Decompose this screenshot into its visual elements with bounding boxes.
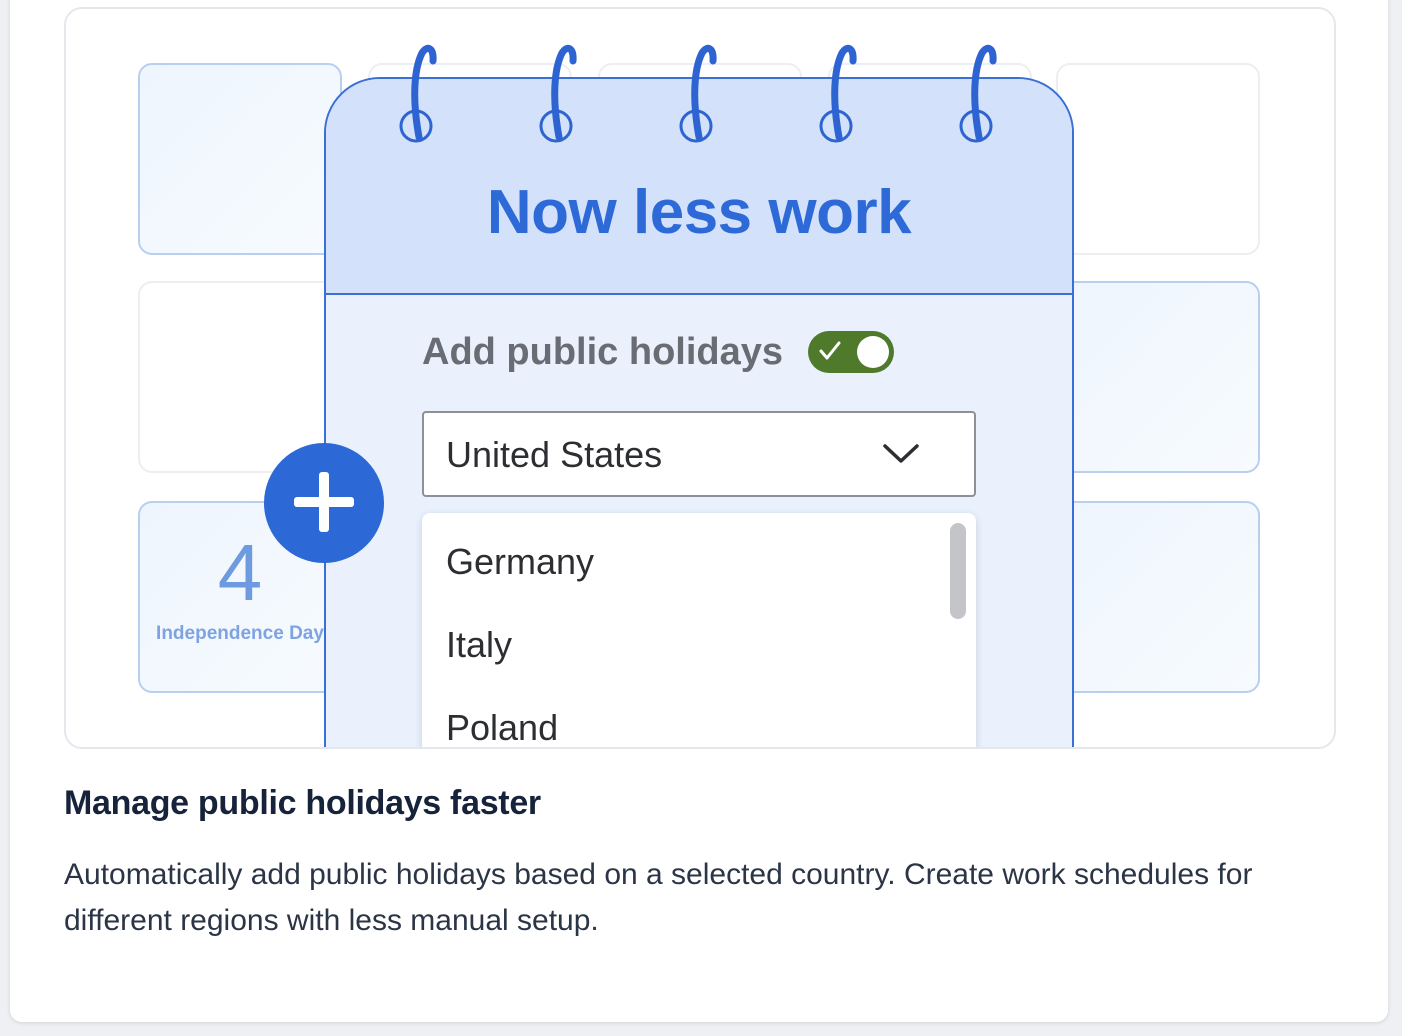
add-public-holidays-label: Add public holidays <box>422 331 784 373</box>
chevron-down-icon <box>882 443 920 470</box>
calendar-cell <box>1056 281 1260 473</box>
calendar-spiral-rings <box>399 44 997 143</box>
dropdown-option-germany[interactable]: Germany <box>446 541 594 583</box>
holiday-name: Independence Day <box>156 623 324 644</box>
feature-heading: Manage public holidays faster <box>64 784 541 822</box>
dropdown-scrollbar[interactable] <box>950 523 966 619</box>
country-select[interactable]: United States <box>422 411 976 497</box>
toggle-knob <box>857 336 889 368</box>
calendar-page: Now less work Add public holidays United… <box>324 77 1074 747</box>
calendar-cell <box>1056 501 1260 693</box>
dropdown-option-italy[interactable]: Italy <box>446 624 512 666</box>
feature-description: Automatically add public holidays based … <box>64 858 1253 937</box>
selected-country: United States <box>446 434 663 475</box>
checkmark-icon <box>818 340 842 367</box>
dropdown-option-poland[interactable]: Poland <box>446 707 558 747</box>
illustration: 4 Independence Day Now less work Add pub… <box>64 7 1336 749</box>
add-button[interactable] <box>264 443 384 563</box>
country-dropdown-list: Germany Italy Poland <box>422 513 976 747</box>
calendar-title: Now less work <box>486 178 912 247</box>
public-holidays-toggle[interactable] <box>808 331 894 373</box>
